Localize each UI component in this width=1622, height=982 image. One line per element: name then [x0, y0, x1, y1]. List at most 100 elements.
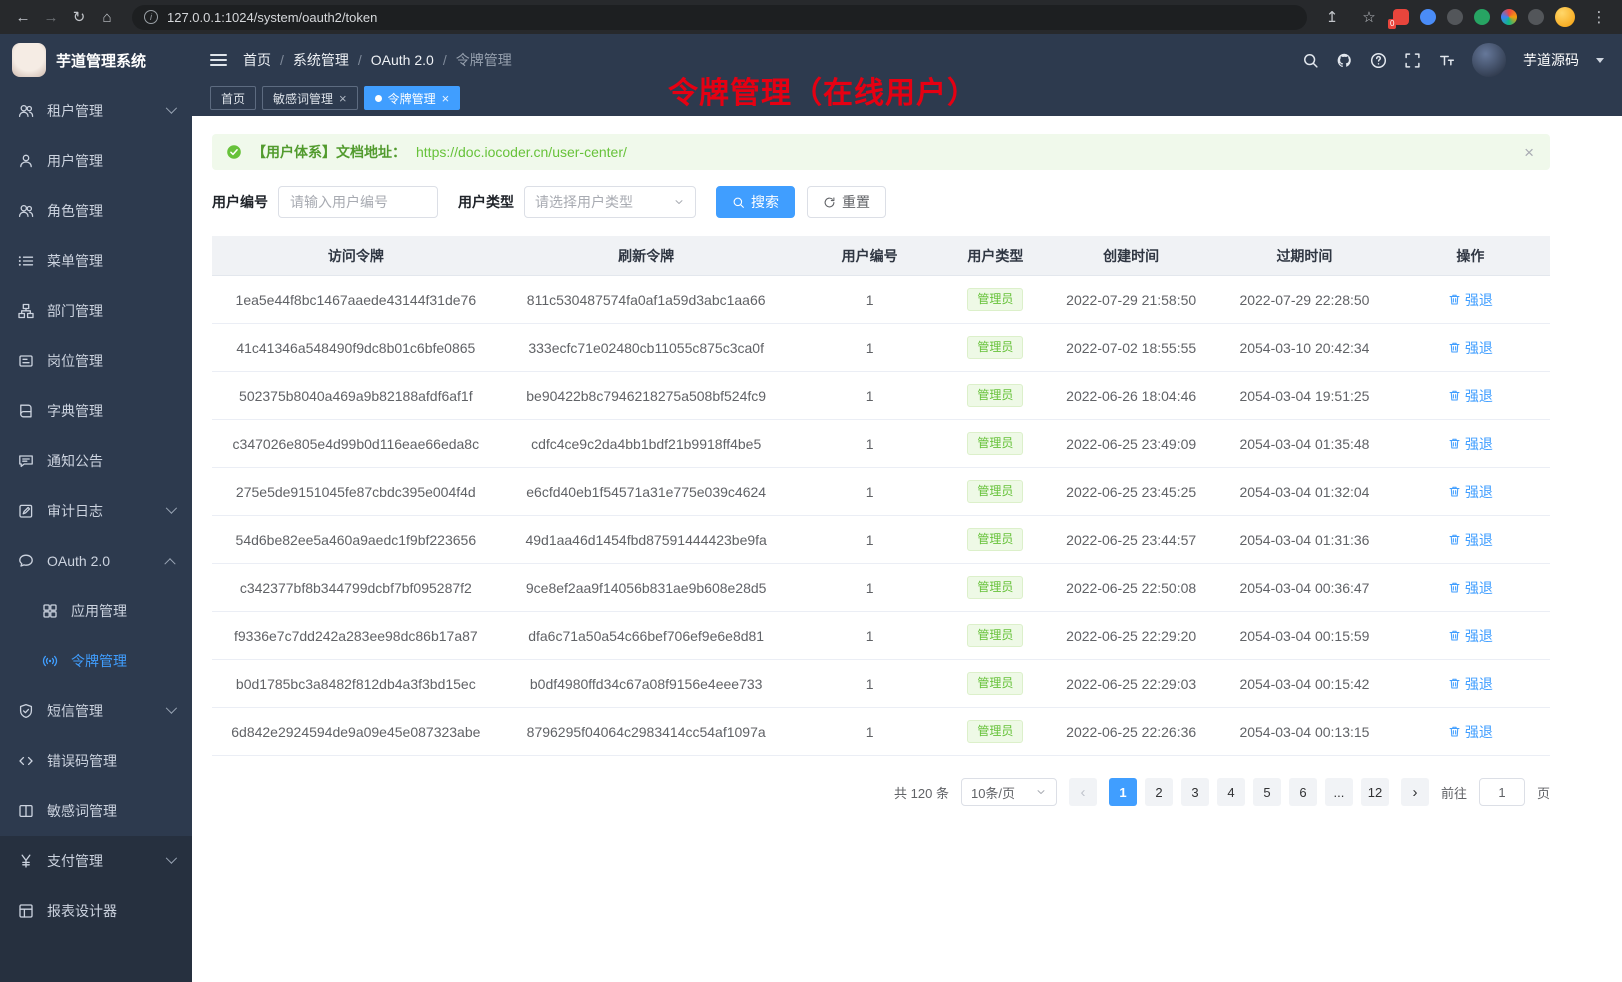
sidebar-item-user[interactable]: 用户管理: [0, 136, 192, 186]
cell-user-type: 管理员: [947, 336, 1045, 359]
user-type-select[interactable]: 请选择用户类型: [524, 186, 696, 218]
reset-button[interactable]: 重置: [807, 186, 886, 218]
tab-sensitive-word[interactable]: 敏感词管理×: [262, 86, 358, 110]
sidebar-item-sensitive-word[interactable]: 敏感词管理: [0, 786, 192, 836]
page-button-4[interactable]: 4: [1217, 778, 1245, 806]
sidebar-item-dict[interactable]: 字典管理: [0, 386, 192, 436]
sidebar-item-tenant[interactable]: 租户管理: [0, 86, 192, 136]
address-bar[interactable]: i 127.0.0.1:1024/system/oauth2/token: [132, 5, 1307, 30]
sidebar-item-oauth2-app[interactable]: 应用管理: [0, 586, 192, 636]
pagination-ellipsis[interactable]: ...: [1325, 778, 1353, 806]
cell-actions: 强退: [1391, 722, 1550, 742]
prev-page-button[interactable]: ‹: [1069, 778, 1097, 806]
cell-access-token: f9336e7c7dd242a283ee98dc86b17a87: [212, 628, 500, 644]
alert-close-icon[interactable]: ×: [1524, 144, 1534, 161]
extensions-puzzle-icon[interactable]: [1528, 9, 1544, 25]
cell-refresh-token: 49d1aa46d1454fbd87591444423be9fa: [500, 532, 793, 548]
extension-red-icon[interactable]: 0: [1393, 9, 1409, 25]
sidebar-item-pay[interactable]: 支付管理: [0, 836, 192, 886]
sidebar-item-post[interactable]: 岗位管理: [0, 336, 192, 386]
cell-user-type: 管理员: [947, 480, 1045, 503]
reload-icon[interactable]: ↻: [66, 4, 92, 30]
profile-avatar[interactable]: [1555, 7, 1575, 27]
search-icon[interactable]: [1302, 52, 1319, 69]
home-icon[interactable]: ⌂: [94, 4, 120, 30]
font-size-icon[interactable]: [1438, 52, 1455, 69]
sidebar-item-error-code[interactable]: 错误码管理: [0, 736, 192, 786]
page-button-5[interactable]: 5: [1253, 778, 1281, 806]
force-logout-button[interactable]: 强退: [1448, 578, 1493, 598]
force-logout-button[interactable]: 强退: [1448, 434, 1493, 454]
sidebar-item-audit-log[interactable]: 审计日志: [0, 486, 192, 536]
menu-dots-icon[interactable]: ⋮: [1586, 4, 1612, 30]
doc-link[interactable]: https://doc.iocoder.cn/user-center/: [416, 144, 627, 160]
share-icon[interactable]: ↥: [1319, 4, 1345, 30]
force-logout-button[interactable]: 强退: [1448, 626, 1493, 646]
page-button-12[interactable]: 12: [1361, 778, 1389, 806]
force-logout-button[interactable]: 强退: [1448, 674, 1493, 694]
app-logo-row[interactable]: 芋道管理系统: [0, 34, 192, 86]
sidebar-item-role[interactable]: 角色管理: [0, 186, 192, 236]
breadcrumb-item[interactable]: 系统管理: [293, 50, 349, 70]
goto-page-input[interactable]: [1479, 778, 1525, 806]
breadcrumb-item[interactable]: 首页: [243, 50, 271, 70]
sidebar-item-oauth2[interactable]: OAuth 2.0: [0, 536, 192, 586]
forward-icon[interactable]: →: [38, 4, 64, 30]
search-button[interactable]: 搜索: [716, 186, 795, 218]
page-size-select[interactable]: 10条/页: [961, 778, 1057, 806]
user-type-tag: 管理员: [967, 672, 1023, 695]
force-logout-button[interactable]: 强退: [1448, 530, 1493, 550]
chevron-down-icon[interactable]: [1596, 58, 1604, 63]
column-header: 用户编号: [793, 246, 947, 266]
help-icon[interactable]: [1370, 52, 1387, 69]
sidebar-item-menu[interactable]: 菜单管理: [0, 236, 192, 286]
cell-refresh-token: b0df4980ffd34c67a08f9156e4eee733: [500, 676, 793, 692]
user-avatar[interactable]: [1472, 43, 1506, 77]
breadcrumb-item[interactable]: OAuth 2.0: [371, 52, 434, 68]
back-icon[interactable]: ←: [10, 4, 36, 30]
extension-blue-icon[interactable]: [1420, 9, 1436, 25]
extension-green-icon[interactable]: [1474, 9, 1490, 25]
sidebar-item-dept[interactable]: 部门管理: [0, 286, 192, 336]
extension-badge: 0: [1388, 19, 1396, 29]
close-icon[interactable]: ×: [442, 92, 450, 105]
cell-created-time: 2022-07-02 18:55:55: [1044, 340, 1218, 356]
page-button-2[interactable]: 2: [1145, 778, 1173, 806]
fullscreen-icon[interactable]: [1404, 52, 1421, 69]
list-icon: [18, 253, 35, 269]
force-logout-button[interactable]: 强退: [1448, 338, 1493, 358]
github-icon[interactable]: [1336, 52, 1353, 69]
tab-token[interactable]: 令牌管理×: [364, 86, 461, 110]
page-content: 【用户体系】文档地址： https://doc.iocoder.cn/user-…: [192, 116, 1622, 982]
page-button-3[interactable]: 3: [1181, 778, 1209, 806]
search-icon: [732, 196, 745, 209]
extension-dark-icon[interactable]: [1447, 9, 1463, 25]
sidebar-item-sms[interactable]: 短信管理: [0, 686, 192, 736]
force-logout-button[interactable]: 强退: [1448, 722, 1493, 742]
app-icon: [42, 603, 59, 619]
site-info-icon[interactable]: i: [144, 10, 158, 24]
browser-toolbar: ←→↻⌂ i 127.0.0.1:1024/system/oauth2/toke…: [0, 0, 1622, 34]
sidebar-item-notice[interactable]: 通知公告: [0, 436, 192, 486]
close-icon[interactable]: ×: [339, 92, 347, 105]
url-text: 127.0.0.1:1024/system/oauth2/token: [167, 10, 377, 25]
force-logout-button[interactable]: 强退: [1448, 482, 1493, 502]
cell-user-type: 管理员: [947, 288, 1045, 311]
page-button-1[interactable]: 1: [1109, 778, 1137, 806]
page-button-6[interactable]: 6: [1289, 778, 1317, 806]
extension-colorful-icon[interactable]: [1501, 9, 1517, 25]
tab-home[interactable]: 首页: [210, 86, 256, 110]
breadcrumb-item[interactable]: 令牌管理: [456, 50, 512, 70]
sidebar-item-oauth2-token[interactable]: 令牌管理: [0, 636, 192, 686]
bookmark-star-icon[interactable]: ☆: [1356, 4, 1382, 30]
sidebar-item-report-designer[interactable]: 报表设计器: [0, 886, 192, 936]
menu-collapse-icon[interactable]: [210, 54, 227, 66]
force-logout-button[interactable]: 强退: [1448, 290, 1493, 310]
cell-created-time: 2022-06-25 22:29:03: [1044, 676, 1218, 692]
user-id-input[interactable]: [278, 186, 438, 218]
user-type-tag: 管理员: [967, 288, 1023, 311]
force-logout-button[interactable]: 强退: [1448, 386, 1493, 406]
next-page-button[interactable]: ›: [1401, 778, 1429, 806]
table-row: 275e5de9151045fe87cbdc395e004f4de6cfd40e…: [212, 468, 1550, 516]
cell-refresh-token: 333ecfc71e02480cb11055c875c3ca0f: [500, 340, 793, 356]
